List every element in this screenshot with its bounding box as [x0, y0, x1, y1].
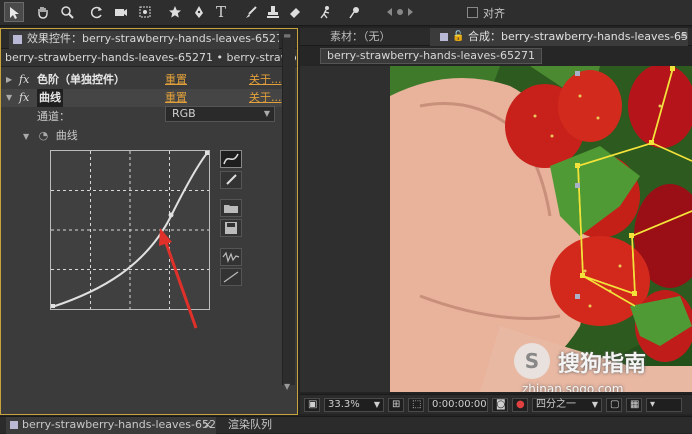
close-icon[interactable]: ×: [203, 417, 212, 433]
composition-tab-label: 合成：berry-strawberry-hands-leaves-65271: [468, 30, 688, 43]
scroll-down-icon[interactable]: ▼: [284, 382, 293, 391]
curve-point-white[interactable]: [205, 151, 209, 155]
pan-behind-tool-icon[interactable]: [135, 2, 155, 22]
comp-breadcrumb[interactable]: berry-strawberry-hands-leaves-65271: [320, 48, 542, 64]
smooth-button[interactable]: [220, 248, 242, 266]
effect-controls-tab-label: 效果控件：berry-strawberry-hands-leaves-65271: [27, 32, 279, 45]
show-channel-icon[interactable]: ●: [512, 398, 528, 412]
pencil-button[interactable]: [220, 171, 242, 189]
curve-point-black[interactable]: [51, 304, 55, 308]
footage-tab[interactable]: 素材：（无）: [330, 28, 391, 46]
composition-tab[interactable]: 🔓 合成：berry-strawberry-hands-leaves-65271: [430, 28, 688, 46]
channel-dropdown[interactable]: RGB ▼: [165, 106, 275, 122]
timeline-tab[interactable]: berry-strawberry-hands-leaves-65271 ×: [6, 417, 216, 434]
panel-color-icon: [13, 35, 22, 44]
reset-curve-button[interactable]: [220, 268, 242, 286]
rotate-tool-icon[interactable]: [87, 2, 107, 22]
bottom-tabbar: berry-strawberry-hands-leaves-65271 × 渲染…: [0, 416, 692, 434]
fx-toggle-icon[interactable]: fx: [19, 89, 29, 107]
title-safe-icon[interactable]: ⬚: [408, 398, 424, 412]
zoom-tool-icon[interactable]: [57, 2, 77, 22]
collapse-triangle-icon[interactable]: ▼: [23, 132, 29, 141]
about-link[interactable]: 关于...: [249, 89, 282, 107]
expand-triangle-icon[interactable]: ▶: [6, 71, 12, 89]
composition-viewer[interactable]: S 搜狗指南 zhinan.sogo.com: [300, 66, 692, 392]
transparency-grid-icon[interactable]: ▦: [626, 398, 642, 412]
star-tool-icon[interactable]: [165, 2, 185, 22]
tools-toolbar: T 对齐: [0, 0, 692, 26]
svg-text:S: S: [525, 349, 539, 373]
panel-menu-icon[interactable]: ≡: [680, 31, 688, 42]
snap-checkbox[interactable]: [467, 7, 478, 18]
stopwatch-icon[interactable]: ◔: [39, 129, 49, 142]
workspace-arrows-icon[interactable]: [385, 2, 413, 22]
pen-tool-icon[interactable]: [189, 2, 209, 22]
effect-row-curves[interactable]: ▼ fx 曲线 重置 关于...: [1, 89, 285, 107]
clone-stamp-tool-icon[interactable]: [263, 2, 283, 22]
region-of-interest-icon[interactable]: ▢: [606, 398, 622, 412]
reset-link[interactable]: 重置: [165, 89, 187, 107]
resolution-dropdown[interactable]: 四分之一 ▼: [532, 398, 602, 412]
magnification-dropdown[interactable]: 33.3% ▼: [324, 398, 384, 412]
effect-controls-scrollbar[interactable]: [282, 38, 295, 385]
render-queue-tab[interactable]: 渲染队列: [228, 417, 272, 434]
chevron-down-icon: ▼: [373, 400, 380, 409]
roto-brush-tool-icon[interactable]: [315, 2, 335, 22]
snapshot-icon[interactable]: ◙: [492, 398, 508, 412]
collapse-triangle-icon[interactable]: ▼: [6, 89, 12, 107]
panel-color-icon: [440, 33, 448, 41]
effect-row-levels[interactable]: ▶ fx 色阶（单独控件） 重置 关于...: [1, 71, 285, 89]
save-curve-button[interactable]: [220, 219, 242, 237]
watermark-url: zhinan.sogo.com: [522, 382, 624, 392]
timeline-tab-label: berry-strawberry-hands-leaves-65271: [22, 418, 216, 431]
annotation-arrow: [159, 228, 198, 329]
selection-tool-icon[interactable]: [4, 2, 24, 22]
brush-tool-icon[interactable]: [241, 2, 261, 22]
effect-controls-tabbar: 效果控件：berry-strawberry-hands-leaves-65271…: [1, 29, 297, 49]
panel-color-icon: [10, 421, 18, 429]
chevron-down-icon: ▼: [263, 109, 270, 118]
watermark-brand: 搜狗指南: [558, 352, 647, 377]
timecode-display[interactable]: 0:00:00:00: [428, 398, 488, 412]
active-camera-dropdown[interactable]: ▾: [646, 398, 682, 412]
channel-label: 通道：: [37, 110, 70, 123]
about-link[interactable]: 关于...: [249, 71, 282, 89]
channel-value: RGB: [172, 107, 196, 120]
eraser-tool-icon[interactable]: [285, 2, 305, 22]
zoom-value: 33.3%: [328, 399, 360, 410]
curves-label: 曲线: [55, 129, 78, 142]
always-preview-icon[interactable]: ▣: [304, 398, 320, 412]
lock-icon[interactable]: 🔓: [452, 28, 464, 46]
bezier-curve-button[interactable]: [220, 150, 242, 168]
fit-icon[interactable]: ⊞: [388, 398, 404, 412]
open-curve-button[interactable]: [220, 199, 242, 217]
layer-path: berry-strawberry-hands-leaves-65271 • be…: [1, 49, 297, 67]
text-tool-icon[interactable]: T: [211, 2, 231, 22]
effect-name: 曲线: [37, 89, 63, 107]
reset-link[interactable]: 重置: [165, 71, 187, 89]
chevron-down-icon: ▼: [591, 400, 598, 409]
resolution-value: 四分之一: [536, 399, 576, 410]
fx-toggle-icon[interactable]: fx: [19, 71, 29, 89]
puppet-pin-tool-icon[interactable]: [345, 2, 365, 22]
effect-controls-tab[interactable]: 效果控件：berry-strawberry-hands-leaves-65271: [9, 31, 279, 49]
curves-property-row: ▼ ◔ 曲线: [23, 127, 78, 143]
viewer-tabbar: 素材：（无） 🔓 合成：berry-strawberry-hands-leave…: [300, 28, 692, 46]
composition-image: S: [300, 66, 692, 392]
viewer-controls-bar: ▣ 33.3% ▼ ⊞ ⬚ 0:00:00:00 ◙ ● 四分之一 ▼ ▢ ▦ …: [300, 394, 692, 414]
effect-name: 色阶（单独控件）: [37, 73, 125, 86]
hand-tool-icon[interactable]: [33, 2, 53, 22]
snap-label: 对齐: [483, 7, 505, 20]
camera-tool-icon[interactable]: [111, 2, 131, 22]
curve-point-mid[interactable]: [168, 212, 174, 218]
